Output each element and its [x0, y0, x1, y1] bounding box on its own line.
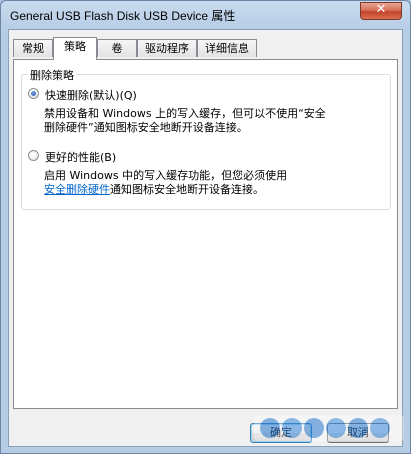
better-performance-description-rest: 通知图标安全地断开设备连接。 [110, 183, 264, 196]
quick-removal-label[interactable]: 快速删除(默认)(Q) [45, 87, 137, 103]
removal-policy-group: 删除策略 快速删除(默认)(Q) 禁用设备和 Windows 上的写入缓存，但可… [21, 67, 391, 210]
tab-policies[interactable]: 策略 [53, 37, 97, 60]
quick-removal-description-line1: 禁用设备和 Windows 上的写入缓存，但可以不使用“安全 [44, 107, 326, 120]
window-title: General USB Flash Disk USB Device 属性 [10, 9, 236, 23]
safely-remove-hardware-link[interactable]: 安全删除硬件 [44, 183, 110, 196]
tab-details[interactable]: 详细信息 [197, 39, 257, 57]
better-performance-label[interactable]: 更好的性能(B) [45, 149, 116, 165]
properties-window: General USB Flash Disk USB Device 属性 ✕ 常… [0, 0, 411, 454]
close-button[interactable]: ✕ [360, 2, 402, 20]
radio-unchecked-icon[interactable] [28, 150, 39, 161]
dialog-client-area: 常规 策略 卷 驱动程序 详细信息 删除策略 快速删除(默认)(Q) 禁用设备和… [8, 29, 403, 447]
tab-general[interactable]: 常规 [13, 39, 53, 57]
policies-panel: 删除策略 快速删除(默认)(Q) 禁用设备和 Windows 上的写入缓存，但可… [13, 59, 398, 409]
cancel-button[interactable]: 取消 [327, 423, 389, 443]
close-icon: ✕ [375, 2, 387, 17]
ok-button[interactable]: 确定 [250, 423, 312, 443]
quick-removal-description-line2: 删除硬件”通知图标安全地断开设备连接。 [44, 121, 248, 134]
tab-volumes[interactable]: 卷 [97, 39, 137, 57]
better-performance-description-line2: 安全删除硬件通知图标安全地断开设备连接。 [44, 183, 264, 197]
tab-driver[interactable]: 驱动程序 [137, 39, 197, 57]
group-title: 删除策略 [28, 67, 76, 83]
title-bar[interactable]: General USB Flash Disk USB Device 属性 ✕ [1, 1, 410, 29]
radio-checked-icon[interactable] [28, 88, 39, 99]
better-performance-description-line1: 启用 Windows 中的写入缓存功能，但您必须使用 [44, 169, 288, 182]
